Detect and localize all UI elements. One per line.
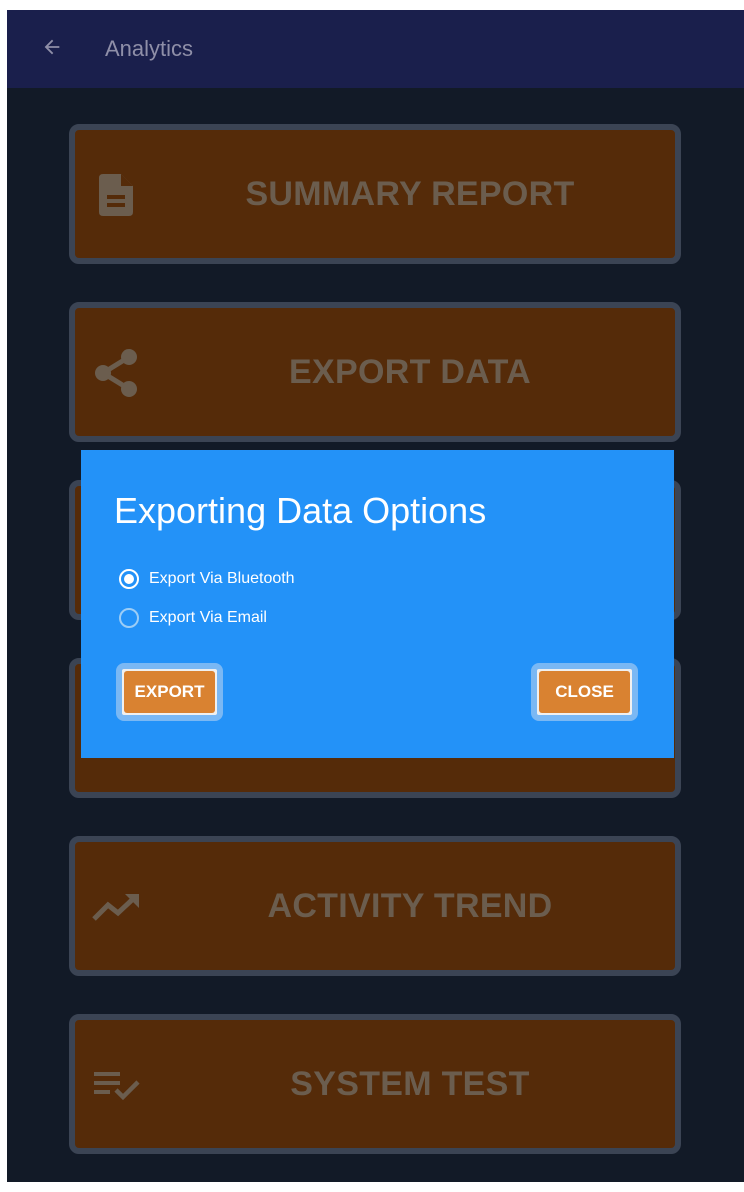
system-test-label: SYSTEM TEST <box>290 1064 530 1103</box>
share-icon <box>89 346 143 400</box>
activity-trend-button[interactable]: ACTIVITY TREND <box>69 836 681 976</box>
export-options-dialog: Exporting Data Options Export Via Blueto… <box>81 450 674 758</box>
back-button[interactable] <box>37 34 67 64</box>
summary-report-label: SUMMARY REPORT <box>245 174 575 213</box>
export-data-label: EXPORT DATA <box>289 352 531 391</box>
page-title: Analytics <box>105 36 194 61</box>
radio-label-email: Export Via Email <box>149 609 267 626</box>
arrow-left-icon <box>41 36 63 63</box>
close-button-label: CLOSE <box>539 671 630 713</box>
radio-checked-icon[interactable] <box>119 569 139 589</box>
radio-unchecked-icon[interactable] <box>119 608 139 628</box>
radio-label-bluetooth: Export Via Bluetooth <box>149 570 295 587</box>
system-test-button[interactable]: SYSTEM TEST <box>69 1014 681 1154</box>
close-button[interactable]: CLOSE <box>531 663 638 721</box>
analytics-screen: Analytics SUMMARY REPORT EXPORT DATA ACT… <box>7 10 744 1182</box>
export-data-button[interactable]: EXPORT DATA <box>69 302 681 442</box>
radio-export-email[interactable]: Export Via Email <box>119 608 267 628</box>
dialog-title: Exporting Data Options <box>114 490 487 531</box>
document-icon <box>89 168 143 222</box>
export-button[interactable]: EXPORT <box>116 663 223 721</box>
summary-report-button[interactable]: SUMMARY REPORT <box>69 124 681 264</box>
trending-up-icon <box>89 880 143 934</box>
radio-export-bluetooth[interactable]: Export Via Bluetooth <box>119 569 295 589</box>
checklist-icon <box>89 1058 143 1112</box>
export-button-label: EXPORT <box>124 671 215 713</box>
activity-trend-label: ACTIVITY TREND <box>267 886 553 925</box>
app-bar: Analytics <box>7 10 744 88</box>
